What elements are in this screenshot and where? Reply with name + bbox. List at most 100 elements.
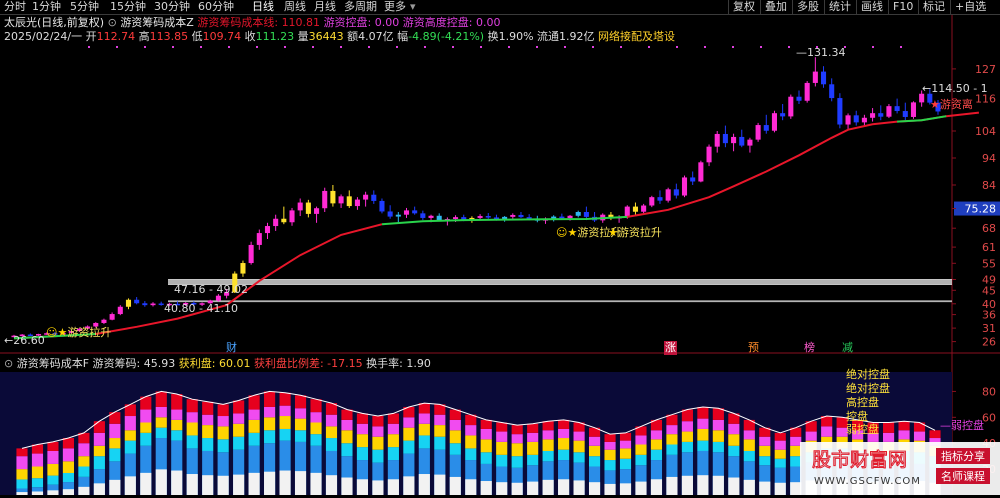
candle-body <box>322 190 328 209</box>
layer-red <box>542 421 554 431</box>
layer-white <box>712 475 724 495</box>
indicator-share-button[interactable]: 指标分享 <box>941 449 985 463</box>
tab-monthly[interactable]: 月线 <box>314 0 336 14</box>
candle-body <box>665 189 671 201</box>
candle-body <box>363 194 369 200</box>
layer-cyan <box>558 449 570 461</box>
layer-white <box>155 469 167 495</box>
candle-body <box>853 115 859 123</box>
candle-body <box>878 113 884 117</box>
multi-stock-button[interactable]: 多股 <box>792 0 819 14</box>
event-marker-forecast[interactable]: 预 <box>748 341 759 355</box>
add-watchlist-button[interactable]: +自选 <box>950 0 986 14</box>
tab-30min[interactable]: 30分钟 <box>154 0 190 14</box>
layer-cyan <box>403 440 415 454</box>
layer-white <box>202 475 214 495</box>
tab-60min[interactable]: 60分钟 <box>198 0 234 14</box>
candle-body <box>346 196 352 207</box>
layer-magenta <box>294 408 307 419</box>
tab-daily[interactable]: 日线 <box>252 0 274 14</box>
stats-button[interactable]: 统计 <box>824 0 851 14</box>
tab-more[interactable]: 更多 <box>384 0 406 14</box>
layer-white <box>294 471 307 495</box>
adjust-button[interactable]: 复权 <box>728 0 755 14</box>
layer-cyan <box>434 436 446 450</box>
high-control-value: 0.00 <box>475 16 501 29</box>
float-label: 流通 <box>537 30 560 43</box>
layer-magenta <box>527 432 539 442</box>
layer-magenta <box>805 431 817 441</box>
price-axis: 127116104948475.286861554945403631268060… <box>952 63 1000 476</box>
layer-magenta <box>186 412 198 423</box>
layer-magenta <box>248 409 260 420</box>
star-icon: ★ <box>567 226 578 239</box>
layer-white <box>109 479 121 495</box>
chg-label: 幅 <box>397 30 409 43</box>
candle-body <box>886 106 892 117</box>
legend-absolute-control: 绝对控盘 <box>846 382 890 395</box>
layer-magenta <box>728 423 740 435</box>
layer-magenta <box>496 431 508 442</box>
layer-yellow <box>124 430 136 441</box>
signal-pull-3: ★游资拉升 <box>608 226 662 240</box>
dot-marker <box>284 46 286 48</box>
control-value: 0.00 <box>374 16 400 29</box>
mark-button[interactable]: 标记 <box>918 0 945 14</box>
layer-magenta <box>403 417 415 428</box>
concept-tag[interactable]: 网络接配及塔设 <box>598 30 675 43</box>
diff-value: -17.15 <box>327 357 363 370</box>
tab-weekly[interactable]: 周线 <box>284 0 306 14</box>
settings-icon[interactable]: ⊙ <box>4 357 17 370</box>
layer-cyan <box>124 440 136 454</box>
layer-cyan <box>527 454 539 466</box>
tab-5min[interactable]: 5分钟 <box>70 0 99 14</box>
lower-indicator-name[interactable]: 游资筹码成本F <box>17 357 89 370</box>
draw-button[interactable]: 画线 <box>856 0 883 14</box>
layer-cyan <box>16 479 28 489</box>
star-icon: ★ <box>57 326 68 339</box>
layer-white <box>697 475 709 495</box>
chevron-down-icon[interactable]: ▾ <box>410 0 416 14</box>
dot-marker <box>340 46 342 48</box>
close-label: 收 <box>244 30 256 43</box>
event-marker-reduce[interactable]: 减 <box>842 341 853 355</box>
event-marker-report[interactable]: 财 <box>226 341 237 355</box>
layer-red <box>93 421 105 433</box>
layer-red <box>527 423 539 433</box>
layer-cyan <box>93 456 105 470</box>
layer-yellow <box>233 423 245 437</box>
overlay-button[interactable]: 叠加 <box>760 0 787 14</box>
candle-body <box>142 303 148 306</box>
cost-line <box>627 111 980 218</box>
layer-magenta <box>140 409 152 423</box>
settings-icon[interactable]: ⊙ <box>108 16 121 29</box>
f10-button[interactable]: F10 <box>888 0 913 14</box>
price-tick-label: 104 <box>975 125 996 138</box>
layer-magenta <box>465 425 477 436</box>
teacher-course-button[interactable]: 名师课程 <box>941 469 985 483</box>
tab-timeline[interactable]: 分时 <box>4 0 26 14</box>
layer-yellow <box>542 439 554 451</box>
dot-marker <box>676 46 678 48</box>
layer-yellow <box>403 427 415 441</box>
tab-multi-period[interactable]: 多周期 <box>344 0 377 14</box>
event-marker-list[interactable]: 榜 <box>804 341 815 355</box>
tab-15min[interactable]: 15分钟 <box>110 0 146 14</box>
candle-body <box>101 319 107 323</box>
tab-1min[interactable]: 1分钟 <box>32 0 61 14</box>
layer-red <box>898 421 910 431</box>
indicator-name[interactable]: 游资筹码成本Z <box>120 16 194 29</box>
high-price-value: 131.34 <box>807 46 846 59</box>
candle-body <box>641 205 647 212</box>
candle-body <box>780 113 786 117</box>
layer-cyan <box>155 427 167 439</box>
event-marker-limit-up[interactable]: 涨 <box>664 341 677 355</box>
zone-lower-label: 40.80 - 41.10 <box>164 302 238 315</box>
candle-body <box>788 96 794 117</box>
layer-red <box>62 438 74 449</box>
watermark-url: WWW.GSCFW.COM <box>814 476 921 487</box>
candle-body <box>796 96 802 101</box>
layer-magenta <box>78 443 90 457</box>
layer-white <box>511 482 523 495</box>
layer-magenta <box>155 406 167 418</box>
